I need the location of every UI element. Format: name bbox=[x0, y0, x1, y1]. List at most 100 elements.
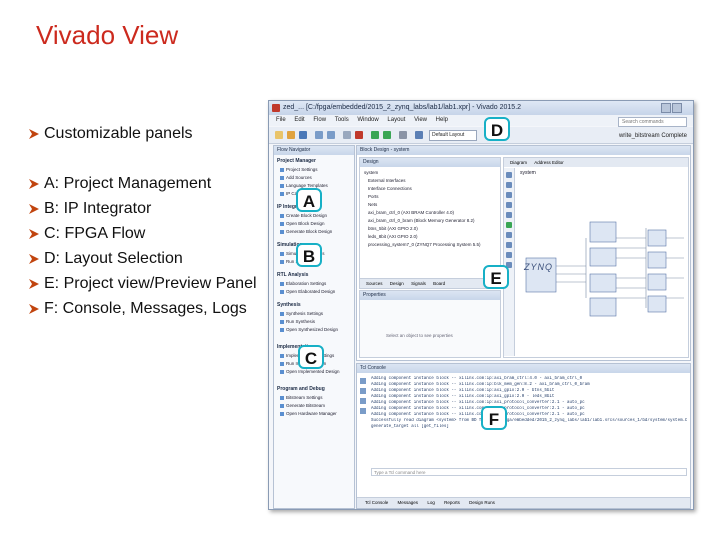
tree-item[interactable]: leds_8bit (AXI GPIO 2.0) bbox=[368, 234, 418, 239]
redo-icon[interactable] bbox=[327, 131, 335, 139]
nav-add-sources[interactable]: Add Sources bbox=[280, 175, 312, 180]
callout-c: C bbox=[298, 345, 324, 369]
clear-icon[interactable] bbox=[360, 378, 366, 384]
tree-item[interactable]: Interface Connections bbox=[368, 186, 412, 191]
design-hierarchy-pane: Design system External Interfaces Interf… bbox=[359, 157, 501, 279]
arrow-bullet-icon bbox=[29, 229, 39, 239]
nav-run-synthesis[interactable]: Run Synthesis bbox=[279, 319, 315, 324]
run-icon[interactable] bbox=[371, 131, 379, 139]
menu-help[interactable]: Help bbox=[436, 117, 448, 123]
properties-message: Select an object to see properties bbox=[386, 333, 453, 338]
callout-e: E bbox=[483, 265, 509, 289]
tab-board[interactable]: Board bbox=[433, 281, 445, 286]
menu-edit[interactable]: Edit bbox=[294, 117, 304, 123]
nav-generate-bitstream[interactable]: Generate Bitstream bbox=[279, 403, 325, 408]
settings-icon[interactable] bbox=[506, 252, 512, 258]
arrow-bullet-icon bbox=[29, 129, 39, 139]
console-line: generate_target all [get_files] bbox=[371, 425, 449, 429]
section-program-debug[interactable]: Program and Debug bbox=[277, 386, 325, 392]
tree-item[interactable]: system bbox=[364, 170, 378, 175]
tree-item[interactable]: axi_bram_ctrl_0 (AXI BRAM Controller 4.0… bbox=[368, 210, 454, 215]
callout-f: F bbox=[481, 406, 507, 430]
tab-messages[interactable]: Messages bbox=[398, 500, 419, 505]
menu-tools[interactable]: Tools bbox=[335, 117, 349, 123]
nav-open-synthesized-design[interactable]: Open Synthesized Design bbox=[279, 327, 338, 332]
settings-icon[interactable] bbox=[399, 131, 407, 139]
nav-project-settings[interactable]: Project Settings bbox=[280, 167, 318, 172]
layout-select[interactable]: Default Layout bbox=[429, 130, 477, 141]
tab-diagram[interactable]: Diagram bbox=[510, 160, 527, 165]
menu-window[interactable]: Window bbox=[357, 117, 378, 123]
open-project-icon[interactable] bbox=[287, 131, 295, 139]
search-icon[interactable] bbox=[360, 388, 366, 394]
tree-item[interactable]: btns_5bit (AXI GPIO 2.0) bbox=[368, 226, 418, 231]
properties-pane: Properties Select an object to see prope… bbox=[359, 290, 501, 358]
nav-open-hardware-manager[interactable]: Open Hardware Manager bbox=[280, 411, 337, 416]
tab-design[interactable]: Design bbox=[390, 281, 404, 286]
nav-open-elaborated-design[interactable]: Open Elaborated Design bbox=[279, 289, 335, 294]
tcl-command-input[interactable]: Type a Tcl command here bbox=[371, 468, 687, 476]
block-design-header: Block Design - system bbox=[357, 146, 690, 155]
search-commands-input[interactable]: Search commands bbox=[618, 117, 687, 127]
nav-generate-block-design[interactable]: Generate Block Design bbox=[279, 229, 332, 234]
new-project-icon[interactable] bbox=[275, 131, 283, 139]
tcl-console-header: Tcl Console bbox=[357, 364, 690, 373]
nav-bitstream-settings[interactable]: Bitstream Settings bbox=[280, 395, 323, 400]
validate-icon[interactable] bbox=[506, 222, 512, 228]
tab-signals[interactable]: Signals bbox=[411, 281, 426, 286]
nav-open-block-design[interactable]: Open Block Design bbox=[280, 221, 325, 226]
nav-elaboration-settings[interactable]: Elaboration Settings bbox=[279, 281, 326, 286]
zoom-out-icon[interactable] bbox=[506, 182, 512, 188]
maximize-icon[interactable] bbox=[672, 103, 682, 113]
tab-tcl-console[interactable]: Tcl Console bbox=[365, 500, 388, 505]
arrow-bullet-icon bbox=[29, 254, 39, 264]
tab-reports[interactable]: Reports bbox=[444, 500, 460, 505]
pause-icon[interactable] bbox=[360, 408, 366, 414]
tree-item[interactable]: processing_system7_0 (ZYNQ7 Processing S… bbox=[368, 242, 481, 247]
bullet-text: Customizable panels bbox=[44, 125, 193, 142]
tab-sources[interactable]: Sources bbox=[366, 281, 383, 286]
section-project-manager[interactable]: Project Manager bbox=[277, 158, 316, 164]
section-rtl-analysis[interactable]: RTL Analysis bbox=[277, 272, 308, 278]
window-titlebar: zed_... [C:/fpga/embedded/2015_2_zynq_la… bbox=[269, 101, 693, 129]
console-side-icons bbox=[359, 376, 368, 466]
bullet-text: E: Project view/Preview Panel bbox=[44, 275, 257, 292]
diagram-system-label: system bbox=[520, 170, 536, 176]
section-synthesis[interactable]: Synthesis bbox=[277, 302, 301, 308]
status-text: write_bitstream Complete bbox=[618, 133, 687, 139]
tab-design-runs[interactable]: Design Runs bbox=[469, 500, 495, 505]
fit-icon[interactable] bbox=[506, 192, 512, 198]
search-icon[interactable] bbox=[506, 242, 512, 248]
tab-log[interactable]: Log bbox=[427, 500, 435, 505]
copy-icon[interactable] bbox=[343, 131, 351, 139]
zynq-block-label: ZYNQ bbox=[524, 262, 554, 272]
menu-flow[interactable]: Flow bbox=[313, 117, 326, 123]
delete-icon[interactable] bbox=[355, 131, 363, 139]
callout-d: D bbox=[484, 117, 510, 141]
save-icon[interactable] bbox=[299, 131, 307, 139]
menu-layout[interactable]: Layout bbox=[387, 117, 405, 123]
undo-icon[interactable] bbox=[315, 131, 323, 139]
add-ip-icon[interactable] bbox=[506, 212, 512, 218]
menu-view[interactable]: View bbox=[414, 117, 427, 123]
tree-item[interactable]: Nets bbox=[368, 202, 377, 207]
zoom-in-icon[interactable] bbox=[506, 172, 512, 178]
layout-icon[interactable] bbox=[415, 131, 423, 139]
regenerate-icon[interactable] bbox=[506, 232, 512, 238]
arrow-bullet-icon bbox=[29, 279, 39, 289]
menu-file[interactable]: File bbox=[276, 117, 286, 123]
bullet-text: C: FPGA Flow bbox=[44, 225, 146, 242]
bullet-text: A: Project Management bbox=[44, 175, 212, 192]
bullet-text: B: IP Integrator bbox=[44, 200, 152, 217]
minimize-icon[interactable] bbox=[661, 103, 671, 113]
diagram-pane[interactable]: Diagram Address Editor system ZYNQ bbox=[503, 157, 689, 358]
tree-item[interactable]: External Interfaces bbox=[368, 178, 406, 183]
nav-synthesis-settings[interactable]: Synthesis Settings bbox=[279, 311, 323, 316]
select-icon[interactable] bbox=[506, 202, 512, 208]
step-icon[interactable] bbox=[383, 131, 391, 139]
tree-item[interactable]: axi_bram_ctrl_0_bram (Block Memory Gener… bbox=[368, 218, 475, 223]
copy-icon[interactable] bbox=[360, 398, 366, 404]
tab-address-editor[interactable]: Address Editor bbox=[534, 160, 564, 165]
tree-item[interactable]: Ports bbox=[368, 194, 379, 199]
tcl-console-panel: Tcl Console Adding component instance bl… bbox=[356, 363, 691, 509]
